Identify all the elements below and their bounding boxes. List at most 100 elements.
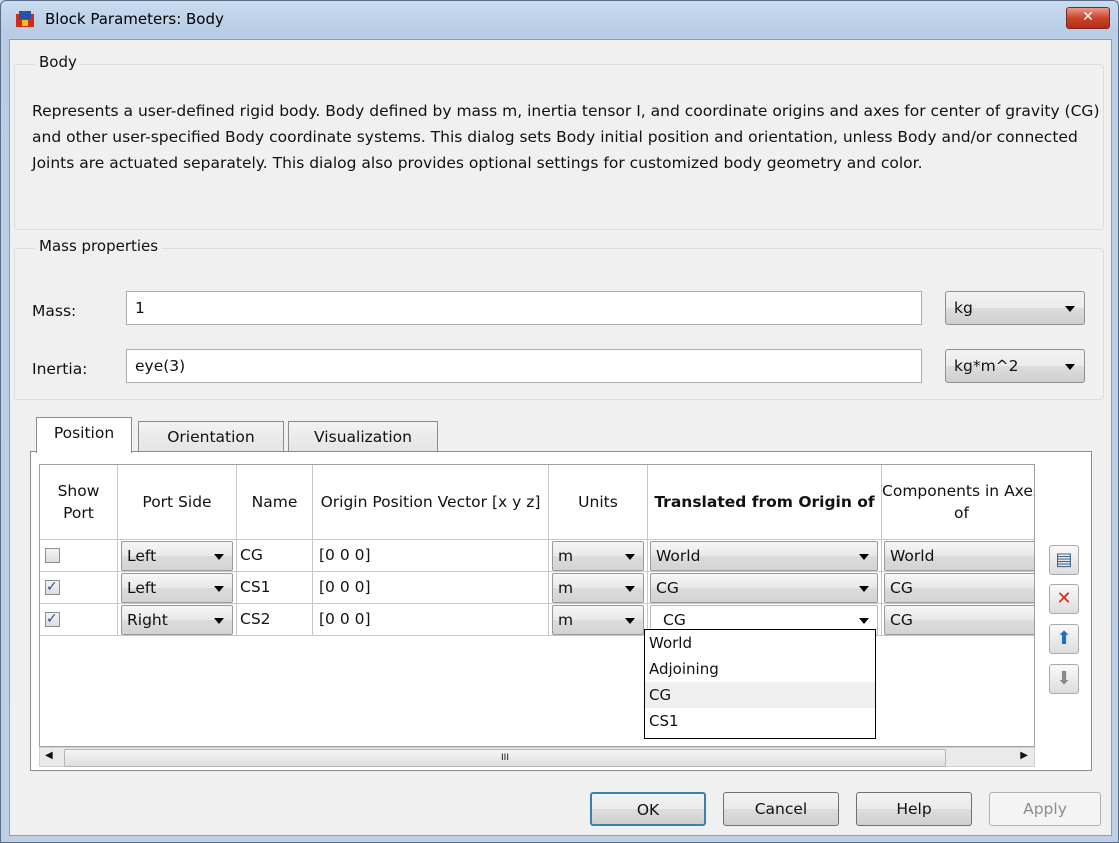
delete-icon: ✕: [1056, 588, 1072, 609]
move-up-icon: ⬆: [1056, 628, 1072, 649]
dropdown-option[interactable]: CS1: [645, 708, 875, 734]
chevron-down-icon: [625, 586, 635, 592]
move-down-button[interactable]: ⬇: [1049, 664, 1079, 694]
dropdown-option[interactable]: World: [645, 630, 875, 656]
mass-units-select[interactable]: kg: [945, 291, 1085, 325]
inertia-units-select[interactable]: kg*m^2: [945, 349, 1085, 383]
scrollbar-thumb[interactable]: III: [64, 749, 946, 767]
horizontal-scrollbar[interactable]: ◀ III ▶: [39, 747, 1035, 767]
simulink-block-icon: [16, 11, 34, 27]
header-components-in[interactable]: Components in Axes of: [882, 465, 1034, 540]
chevron-down-icon: [1065, 364, 1075, 370]
header-units[interactable]: Units: [549, 465, 648, 540]
show-port-checkbox[interactable]: [45, 604, 60, 634]
chevron-down-icon: [214, 618, 224, 624]
show-port-cell: [40, 572, 118, 604]
chevron-down-icon: [1065, 306, 1075, 312]
units-select[interactable]: m: [552, 541, 644, 571]
port-side-cell: Right: [118, 604, 237, 636]
tab-orientation[interactable]: Orientation: [138, 421, 284, 454]
translated-select[interactable]: World: [650, 541, 878, 571]
port-side-select[interactable]: Right: [121, 605, 233, 635]
units-select[interactable]: m: [552, 605, 644, 635]
name-cell[interactable]: CG: [237, 540, 313, 572]
translated-value: CG: [663, 611, 686, 629]
port-side-value: Left: [127, 547, 157, 565]
translated-from-dropdown[interactable]: World Adjoining CG CS1: [644, 629, 876, 739]
show-port-checkbox[interactable]: [45, 572, 60, 602]
chevron-down-icon: [214, 586, 224, 592]
ok-button[interactable]: OK: [590, 792, 706, 826]
body-group-legend: Body: [35, 53, 81, 71]
port-side-select[interactable]: Left: [121, 573, 233, 603]
dialog-window: Block Parameters: Body ✕ Body Represents…: [0, 0, 1119, 843]
components-value: CG: [890, 611, 913, 629]
components-select[interactable]: World: [884, 541, 1034, 571]
move-up-button[interactable]: ⬆: [1049, 624, 1079, 654]
units-cell: m: [549, 604, 648, 636]
port-side-cell: Left: [118, 572, 237, 604]
translated-value: World: [656, 547, 701, 565]
port-side-cell: Left: [118, 540, 237, 572]
components-cell: CG: [882, 572, 1034, 604]
add-icon: ▤: [1055, 549, 1073, 570]
move-down-icon: ⬇: [1056, 668, 1072, 689]
dialog-client: Body Represents a user-defined rigid bod…: [9, 39, 1112, 836]
translated-cell: World: [648, 540, 882, 572]
chevron-down-icon: [214, 554, 224, 560]
components-cell: World: [882, 540, 1034, 572]
components-cell: CG: [882, 604, 1034, 636]
port-side-value: Left: [127, 579, 157, 597]
components-value: World: [890, 547, 935, 565]
tab-visualization[interactable]: Visualization: [288, 421, 438, 454]
name-cell[interactable]: CS2: [237, 604, 313, 636]
show-port-cell: [40, 604, 118, 636]
apply-button: Apply: [989, 792, 1101, 826]
header-name[interactable]: Name: [237, 465, 313, 540]
origin-cell[interactable]: [0 0 0]: [313, 604, 549, 636]
cancel-button[interactable]: Cancel: [723, 792, 839, 826]
origin-cell[interactable]: [0 0 0]: [313, 540, 549, 572]
header-translated-from[interactable]: Translated from Origin of: [648, 465, 882, 540]
units-cell: m: [549, 540, 648, 572]
position-tab-panel: Show Port Port Side Name Origin Position…: [30, 451, 1092, 771]
mass-input[interactable]: 1: [126, 291, 922, 325]
help-button[interactable]: Help: [856, 792, 972, 826]
delete-row-button[interactable]: ✕: [1049, 584, 1079, 614]
chevron-down-icon: [625, 618, 635, 624]
chevron-down-icon: [859, 618, 869, 624]
header-show-port[interactable]: Show Port: [40, 465, 118, 540]
units-value: m: [558, 579, 574, 597]
components-select[interactable]: CG: [884, 605, 1034, 635]
dropdown-option[interactable]: Adjoining: [645, 656, 875, 682]
units-value: m: [558, 547, 574, 565]
add-row-button[interactable]: ▤: [1049, 545, 1079, 575]
port-side-select[interactable]: Left: [121, 541, 233, 571]
units-select[interactable]: m: [552, 573, 644, 603]
mass-group-legend: Mass properties: [35, 237, 163, 255]
header-port-side[interactable]: Port Side: [118, 465, 237, 540]
name-cell[interactable]: CS1: [237, 572, 313, 604]
components-value: CG: [890, 579, 913, 597]
show-port-checkbox[interactable]: [45, 548, 60, 563]
inertia-label: Inertia:: [32, 360, 88, 378]
scroll-left-icon[interactable]: ◀: [45, 750, 53, 761]
components-select[interactable]: CG: [884, 573, 1034, 603]
title-bar[interactable]: Block Parameters: Body ✕: [1, 1, 1118, 39]
inertia-input[interactable]: eye(3): [126, 349, 922, 383]
tab-position[interactable]: Position: [36, 417, 132, 453]
translated-value: CG: [656, 579, 679, 597]
table-row: Left CG [0 0 0] m World World: [40, 540, 1034, 572]
scroll-right-icon[interactable]: ▶: [1020, 750, 1028, 761]
table-row: Left CS1 [0 0 0] m CG CG: [40, 572, 1034, 604]
translated-select[interactable]: CG: [650, 573, 878, 603]
dropdown-option-highlighted[interactable]: CG: [645, 682, 875, 708]
mass-label: Mass:: [32, 302, 77, 320]
close-button[interactable]: ✕: [1066, 7, 1110, 29]
show-port-cell: [40, 540, 118, 572]
header-origin[interactable]: Origin Position Vector [x y z]: [313, 465, 549, 540]
table-row: Right CS2 [0 0 0] m CG CG: [40, 604, 1034, 636]
mass-units-value: kg: [954, 299, 973, 317]
body-description: Represents a user-defined rigid body. Bo…: [32, 102, 1100, 172]
origin-cell[interactable]: [0 0 0]: [313, 572, 549, 604]
